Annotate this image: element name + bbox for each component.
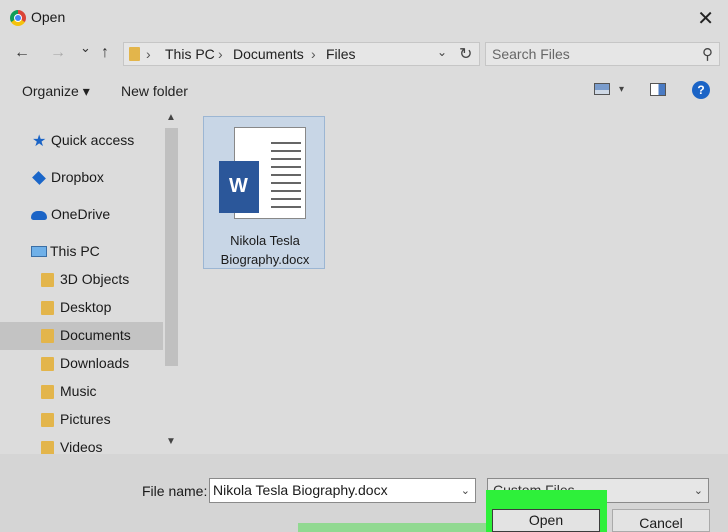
address-bar[interactable]: › This PC › Documents › Files ⌄ ↻ bbox=[123, 42, 480, 66]
chevron-down-icon[interactable]: ⌄ bbox=[694, 484, 703, 497]
folder-icon bbox=[41, 441, 54, 454]
word-badge-letter: W bbox=[229, 175, 248, 197]
breadcrumb-separator: › bbox=[146, 46, 151, 62]
sidebar-item-downloads[interactable]: Downloads bbox=[0, 350, 163, 378]
organize-button[interactable]: Organize ▾ bbox=[22, 83, 90, 100]
address-dropdown-icon[interactable]: ⌄ bbox=[437, 45, 447, 59]
sidebar-item-label: OneDrive bbox=[51, 206, 111, 222]
back-arrow-icon[interactable]: ← bbox=[14, 44, 30, 62]
folder-icon bbox=[41, 385, 54, 399]
command-bar: Organize ▾ New folder ▾ bbox=[0, 76, 728, 106]
scroll-thumb[interactable] bbox=[165, 128, 178, 366]
sidebar-item-quick-access[interactable]: ★ Quick access bbox=[0, 127, 163, 155]
scroll-down-icon[interactable]: ▼ bbox=[166, 436, 176, 447]
title-bar: Open ✕ bbox=[0, 0, 728, 36]
sidebar-item-label: Quick access bbox=[51, 132, 135, 148]
folder-icon bbox=[41, 301, 54, 315]
sidebar-item-3d-objects[interactable]: 3D Objects bbox=[0, 266, 163, 294]
sidebar-item-label: Desktop bbox=[60, 299, 112, 315]
pc-icon bbox=[31, 246, 47, 257]
file-name-label: Nikola Tesla Biography.docx bbox=[204, 231, 326, 269]
close-icon[interactable]: ✕ bbox=[697, 6, 714, 31]
file-name-value: Nikola Tesla Biography.docx bbox=[213, 482, 388, 498]
scroll-up-icon[interactable]: ▲ bbox=[166, 112, 176, 123]
folder-icon bbox=[129, 47, 140, 61]
navigation-scrollbar[interactable]: ▲ ▼ bbox=[163, 108, 180, 454]
search-placeholder: Search Files bbox=[492, 46, 570, 62]
sidebar-item-label: Pictures bbox=[60, 411, 111, 427]
sidebar-item-label: Downloads bbox=[60, 355, 130, 371]
cloud-icon bbox=[31, 211, 47, 220]
chevron-down-icon[interactable]: ⌄ bbox=[461, 484, 470, 497]
navigation-pane: ★ Quick access Dropbox OneDrive This PC … bbox=[0, 108, 180, 454]
preview-pane-icon[interactable] bbox=[650, 83, 666, 96]
folder-icon bbox=[41, 357, 54, 371]
sidebar-item-dropbox[interactable]: Dropbox bbox=[0, 164, 163, 192]
window-title: Open bbox=[31, 9, 66, 25]
file-name-field[interactable]: Nikola Tesla Biography.docx ⌄ bbox=[209, 478, 476, 503]
forward-arrow-icon[interactable]: → bbox=[50, 44, 66, 62]
breadcrumb-documents[interactable]: Documents bbox=[233, 46, 304, 62]
sidebar-item-label: This PC bbox=[50, 243, 100, 259]
sidebar-item-videos[interactable]: Videos bbox=[0, 434, 163, 454]
file-item[interactable]: W Nikola Tesla Biography.docx bbox=[203, 116, 325, 269]
breadcrumb-files[interactable]: Files bbox=[326, 46, 356, 62]
sidebar-item-label: Documents bbox=[60, 327, 131, 343]
sidebar-item-label: Music bbox=[60, 383, 97, 399]
folder-icon bbox=[41, 329, 54, 343]
star-icon: ★ bbox=[32, 133, 47, 150]
sidebar-item-label: 3D Objects bbox=[60, 271, 130, 287]
file-name-field-label: File name: bbox=[142, 483, 208, 499]
sidebar-item-documents[interactable]: Documents bbox=[0, 322, 163, 350]
change-view-icon[interactable] bbox=[594, 83, 610, 95]
open-button[interactable]: Open bbox=[492, 509, 600, 532]
help-icon[interactable]: ? bbox=[692, 81, 710, 99]
sidebar-item-pictures[interactable]: Pictures bbox=[0, 406, 163, 434]
breadcrumb-separator: › bbox=[218, 46, 223, 62]
dropbox-icon bbox=[32, 171, 46, 185]
search-input[interactable]: Search Files ⚲ bbox=[485, 42, 720, 66]
cancel-button[interactable]: Cancel bbox=[612, 509, 710, 532]
new-folder-button[interactable]: New folder bbox=[121, 83, 188, 99]
file-list: W Nikola Tesla Biography.docx bbox=[183, 108, 728, 454]
sidebar-item-desktop[interactable]: Desktop bbox=[0, 294, 163, 322]
refresh-icon[interactable]: ↻ bbox=[459, 44, 472, 64]
folder-icon bbox=[41, 273, 54, 287]
folder-icon bbox=[41, 413, 54, 427]
view-dropdown-icon[interactable]: ▾ bbox=[619, 84, 624, 95]
chrome-icon bbox=[10, 10, 26, 26]
recent-locations-icon[interactable]: ⌄ bbox=[80, 40, 91, 56]
file-name-line: Biography.docx bbox=[220, 252, 310, 267]
sidebar-item-label: Dropbox bbox=[51, 169, 104, 185]
sidebar-item-this-pc[interactable]: This PC bbox=[0, 238, 163, 266]
sidebar-item-music[interactable]: Music bbox=[0, 378, 163, 406]
breadcrumb-separator: › bbox=[311, 46, 316, 62]
breadcrumb-this-pc[interactable]: This PC bbox=[165, 46, 215, 62]
up-arrow-icon[interactable]: ↑ bbox=[101, 44, 109, 62]
sidebar-item-label: Videos bbox=[60, 439, 103, 454]
address-row: ← → ⌄ ↑ › This PC › Documents › Files ⌄ … bbox=[0, 38, 728, 68]
sidebar-item-onedrive[interactable]: OneDrive bbox=[0, 201, 163, 229]
word-icon: W bbox=[219, 161, 259, 213]
search-icon: ⚲ bbox=[702, 46, 713, 63]
open-button-highlight: Open bbox=[486, 490, 607, 532]
file-name-line: Nikola Tesla bbox=[230, 233, 300, 248]
